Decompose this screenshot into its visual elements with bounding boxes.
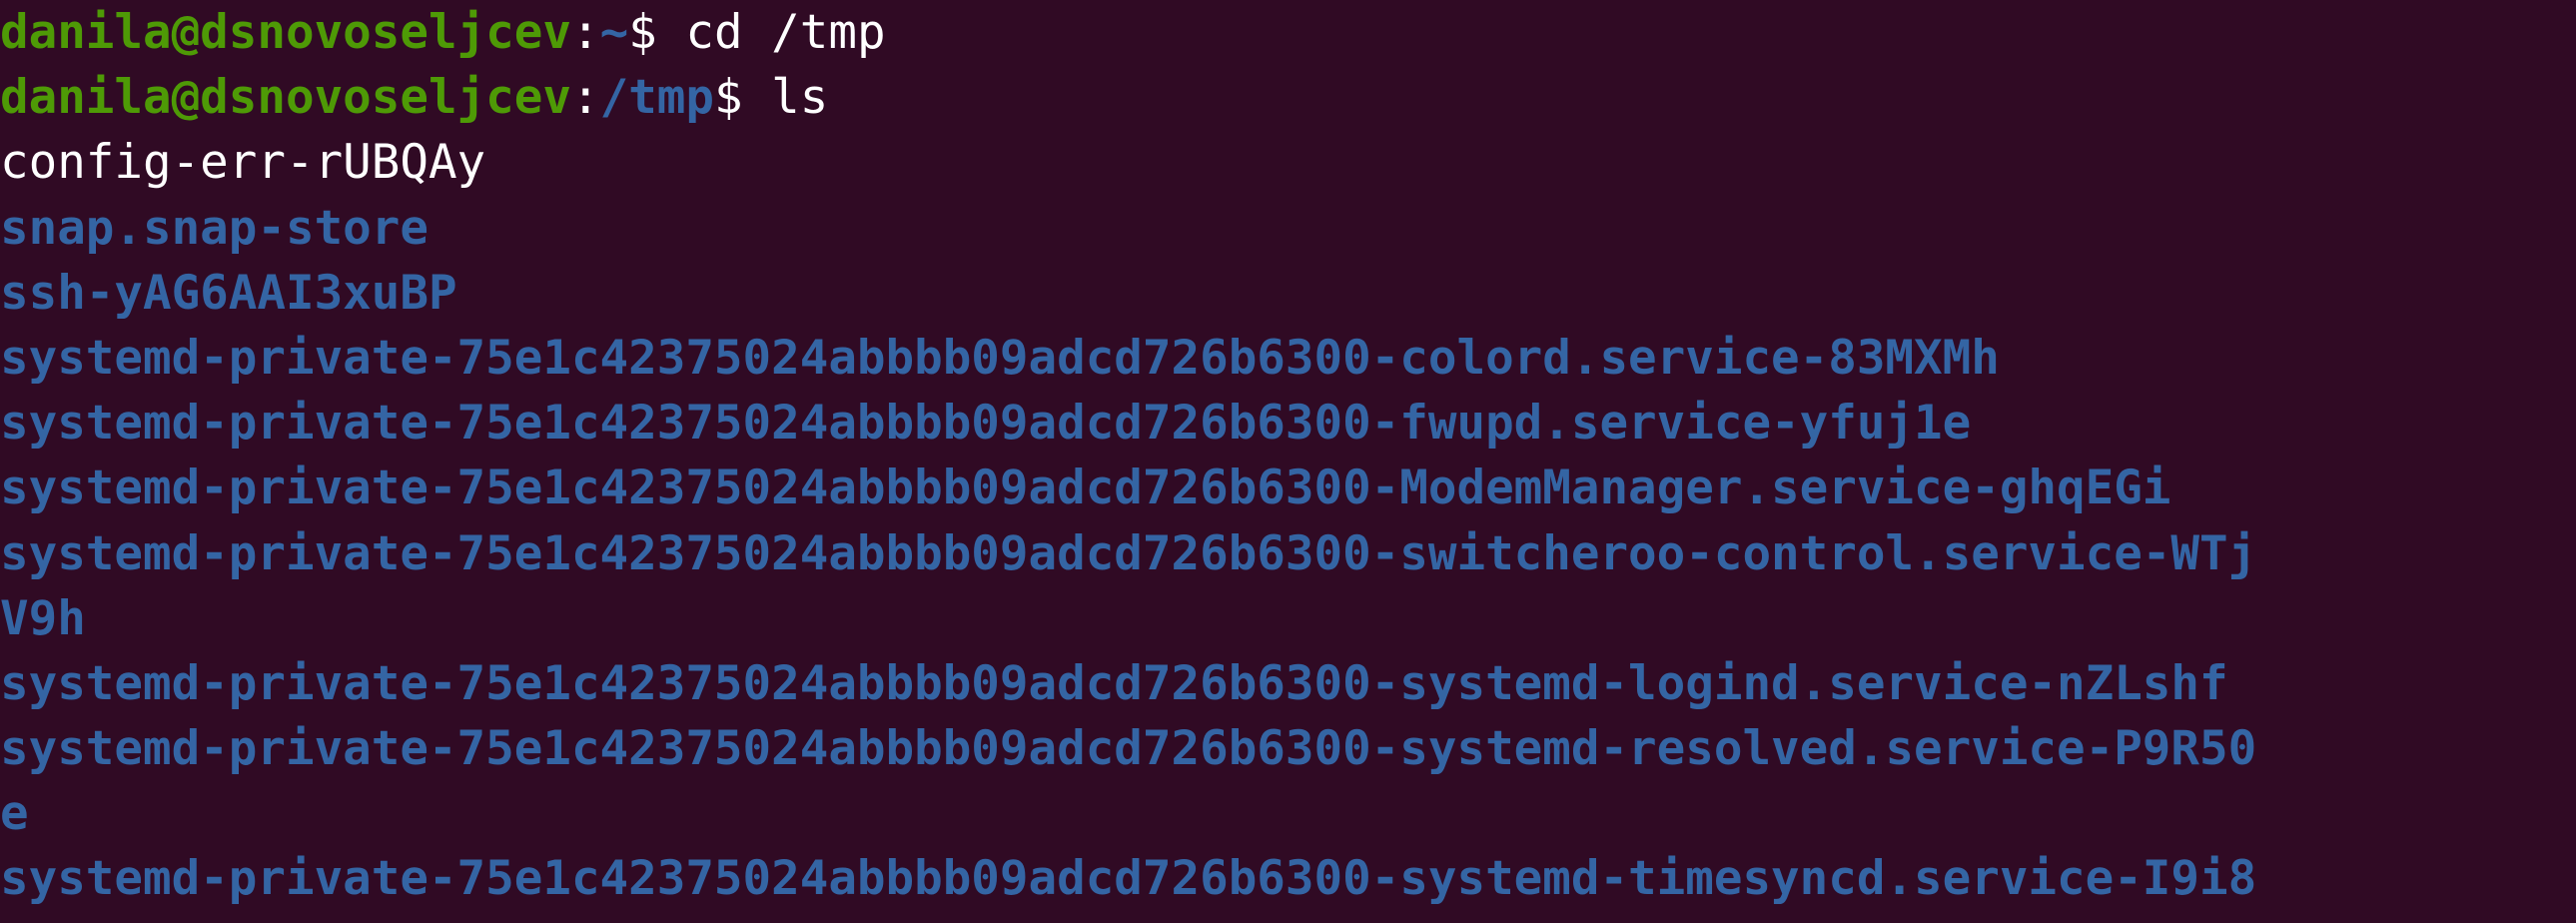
prompt-path: /tmp — [599, 70, 714, 126]
ls-output-directory: ssh-yAG6AAI3xuBP — [0, 265, 457, 321]
ls-output-directory: systemd-private-75e1c42375024abbbb09adcd… — [0, 525, 2257, 581]
prompt-user-host: danila@dsnovoseljcev — [0, 70, 571, 126]
prompt-symbol: $ — [628, 5, 686, 60]
command-text: ls — [771, 70, 829, 126]
ls-output-directory-wrap: V9h — [0, 590, 86, 646]
ls-output-directory: systemd-private-75e1c42375024abbbb09adcd… — [0, 461, 2171, 516]
ls-output-file: config-err-rUBQAy — [0, 135, 486, 191]
ls-output-directory: systemd-private-75e1c42375024abbbb09adcd… — [0, 851, 2257, 907]
prompt-symbol: $ — [713, 70, 772, 126]
prompt-colon: : — [570, 70, 600, 126]
ls-output-directory: systemd-private-75e1c42375024abbbb09adcd… — [0, 721, 2257, 777]
ls-output-directory: snap.snap-store — [0, 200, 429, 256]
prompt-line-cd: danila@dsnovoseljcev:~$ cd /tmp — [0, 0, 2576, 65]
ls-output-directory: systemd-private-75e1c42375024abbbb09adcd… — [0, 655, 2228, 711]
terminal-window[interactable]: danila@dsnovoseljcev:~$ cd /tmp danila@d… — [0, 0, 2576, 923]
prompt-colon: : — [570, 5, 600, 60]
ls-output-directory-wrap: e — [0, 786, 29, 842]
ls-output-directory: systemd-private-75e1c42375024abbbb09adcd… — [0, 330, 2000, 386]
prompt-path: ~ — [599, 5, 629, 60]
prompt-line-ls: danila@dsnovoseljcev:/tmp$ ls — [0, 65, 2576, 130]
command-text: cd /tmp — [685, 5, 886, 60]
prompt-user-host: danila@dsnovoseljcev — [0, 5, 571, 60]
ls-output-directory: systemd-private-75e1c42375024abbbb09adcd… — [0, 396, 1972, 452]
